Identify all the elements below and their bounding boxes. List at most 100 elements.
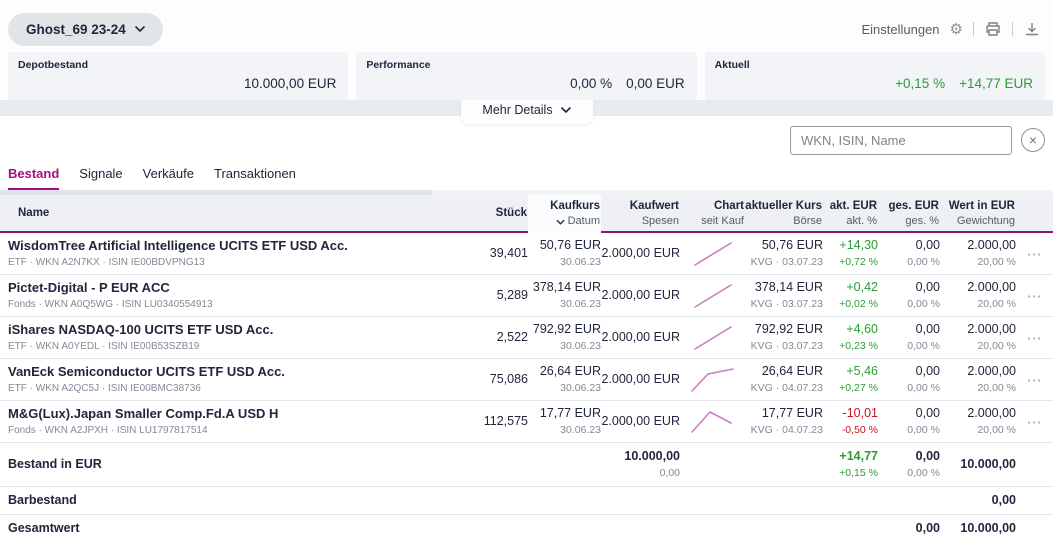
- divider: [973, 22, 974, 36]
- kaufwert-cell: 2.000,00 EUR: [601, 245, 680, 263]
- gear-icon[interactable]: ⚙: [950, 22, 963, 37]
- search-input[interactable]: [790, 126, 1012, 155]
- aktueller-kurs-cell: 26,64 EURKVG · 04.07.23: [745, 363, 823, 395]
- ges-eur-cell: 0,000,00 %: [878, 321, 940, 353]
- stueck-cell: 2,522: [453, 329, 528, 347]
- table-row: M&G(Lux).Japan Smaller Comp.Fd.A USD HFo…: [0, 401, 1053, 443]
- col-chart[interactable]: Chartseit Kauf: [680, 199, 745, 229]
- kaufwert-cell: 2.000,00 EUR: [601, 371, 680, 389]
- ges-eur-cell: 0,000,00 %: [878, 363, 940, 395]
- performance-eur: 0,00 EUR: [626, 76, 685, 91]
- aktueller-kurs-cell: 50,76 EURKVG · 03.07.23: [745, 237, 823, 269]
- summary-label: Bestand in EUR: [0, 456, 453, 474]
- col-wert[interactable]: Wert in EURGewichtung: [940, 199, 1016, 229]
- table-row: WisdomTree Artificial Intelligence UCITS…: [0, 233, 1053, 275]
- portfolio-selector[interactable]: Ghost_69 23-24: [8, 13, 163, 46]
- summary-row-bestand: Bestand in EUR 10.000,000,00 +14,77+0,15…: [0, 443, 1053, 487]
- table-header: Name Stück Kaufkurs Datum KaufwertSpesen…: [0, 195, 1053, 233]
- tab-transaktionen[interactable]: Transaktionen: [214, 166, 296, 190]
- col-name[interactable]: Name: [0, 206, 453, 222]
- instrument-name[interactable]: WisdomTree Artificial Intelligence UCITS…: [8, 237, 453, 255]
- kaufwert-cell: 2.000,00 EUR: [601, 329, 680, 347]
- depot-header: Ghost_69 23-24 Einstellungen ⚙ Depotbest…: [0, 0, 1053, 100]
- summary-row-barbestand: Barbestand 0,00: [0, 487, 1053, 515]
- row-menu-button[interactable]: ⋯: [1016, 245, 1053, 263]
- print-icon[interactable]: [984, 21, 1002, 37]
- settings-label[interactable]: Einstellungen: [861, 22, 939, 37]
- chevron-down-icon: [561, 107, 571, 113]
- col-stueck[interactable]: Stück: [453, 206, 528, 222]
- summary-wert: 10.000,00: [940, 520, 1016, 535]
- card-label: Performance: [366, 59, 430, 71]
- ges-eur-cell: 0,000,00 %: [878, 405, 940, 437]
- card-performance: Performance 0,00 % 0,00 EUR: [356, 52, 696, 100]
- aktuell-percent: +0,15 %: [895, 76, 945, 91]
- col-kaufwert[interactable]: KaufwertSpesen: [601, 199, 680, 229]
- close-icon[interactable]: ×: [1021, 128, 1045, 152]
- header-divider-strip: Mehr Details: [0, 100, 1053, 116]
- table-row: Pictet-Digital - P EUR ACCFonds · WKN A0…: [0, 275, 1053, 317]
- row-menu-button[interactable]: ⋯: [1016, 287, 1053, 305]
- col-kaufkurs[interactable]: Kaufkurs Datum: [528, 195, 601, 233]
- download-icon[interactable]: [1023, 21, 1041, 37]
- stueck-cell: 5,289: [453, 287, 528, 305]
- summary-label: Barbestand: [0, 492, 453, 510]
- chevron-down-icon: [135, 26, 145, 32]
- more-details-label: Mehr Details: [482, 103, 552, 117]
- sparkline-chart[interactable]: [680, 240, 745, 268]
- wert-cell: 2.000,0020,00 %: [940, 237, 1016, 269]
- instrument-name[interactable]: Pictet-Digital - P EUR ACC: [8, 279, 453, 297]
- instrument-details: Fonds · WKN A0Q5WG · ISIN LU0340554913: [8, 298, 453, 312]
- row-menu-button[interactable]: ⋯: [1016, 371, 1053, 389]
- ges-eur-cell: 0,000,00 %: [878, 279, 940, 311]
- akt-eur-cell: +5,46+0,27 %: [823, 363, 878, 395]
- summary-ges-eur: 0,000,00 %: [878, 448, 940, 480]
- summary-label: Gesamtwert: [0, 520, 453, 535]
- aktueller-kurs-cell: 378,14 EURKVG · 03.07.23: [745, 279, 823, 311]
- row-menu-button[interactable]: ⋯: [1016, 413, 1053, 431]
- summary-wert: 10.000,00: [940, 456, 1016, 474]
- instrument-details: ETF · WKN A2N7KX · ISIN IE00BDVPNG13: [8, 256, 453, 270]
- aktuell-eur: +14,77 EUR: [959, 76, 1033, 91]
- more-details-button[interactable]: Mehr Details: [460, 100, 592, 124]
- depot-tabs: Bestand Signale Verkäufe Transaktionen: [0, 158, 1053, 190]
- portfolio-name: Ghost_69 23-24: [26, 22, 126, 37]
- stueck-cell: 112,575: [453, 413, 528, 431]
- row-menu-button[interactable]: ⋯: [1016, 329, 1053, 347]
- summary-wert: 0,00: [940, 492, 1016, 510]
- kaufkurs-cell: 792,92 EUR30.06.23: [528, 321, 601, 353]
- instrument-name[interactable]: iShares NASDAQ-100 UCITS ETF USD Acc.: [8, 321, 453, 339]
- kaufkurs-cell: 378,14 EUR30.06.23: [528, 279, 601, 311]
- tab-signale[interactable]: Signale: [79, 166, 122, 190]
- sparkline-chart[interactable]: [680, 408, 745, 436]
- instrument-name[interactable]: VanEck Semiconductor UCITS ETF USD Acc.: [8, 363, 453, 381]
- card-label: Aktuell: [715, 59, 750, 71]
- sparkline-chart[interactable]: [680, 324, 745, 352]
- col-aktueller-kurs[interactable]: aktueller KursBörse: [745, 199, 823, 229]
- wert-cell: 2.000,0020,00 %: [940, 279, 1016, 311]
- tab-bestand[interactable]: Bestand: [8, 166, 59, 190]
- depotbestand-value: 10.000,00 EUR: [244, 76, 336, 91]
- col-akt-eur[interactable]: akt. EURakt. %: [823, 199, 878, 229]
- table-row: iShares NASDAQ-100 UCITS ETF USD Acc.ETF…: [0, 317, 1053, 359]
- stueck-cell: 75,086: [453, 371, 528, 389]
- col-ges-eur[interactable]: ges. EURges. %: [878, 199, 940, 229]
- instrument-details: ETF · WKN A2QC5J · ISIN IE00BMC38736: [8, 382, 453, 396]
- stueck-cell: 39,401: [453, 245, 528, 263]
- akt-eur-cell: +14,30+0,72 %: [823, 237, 878, 269]
- sparkline-chart[interactable]: [680, 366, 745, 394]
- akt-eur-cell: +0,42+0,02 %: [823, 279, 878, 311]
- aktueller-kurs-cell: 17,77 EURKVG · 04.07.23: [745, 405, 823, 437]
- kaufwert-cell: 2.000,00 EUR: [601, 413, 680, 431]
- kaufwert-cell: 2.000,00 EUR: [601, 287, 680, 305]
- sort-desc-icon: [556, 219, 565, 225]
- kaufkurs-cell: 17,77 EUR30.06.23: [528, 405, 601, 437]
- divider: [1012, 22, 1013, 36]
- card-aktuell: Aktuell +0,15 % +14,77 EUR: [705, 52, 1045, 100]
- instrument-details: Fonds · WKN A2JPXH · ISIN LU1797817514: [8, 424, 453, 438]
- tab-verkaeufe[interactable]: Verkäufe: [143, 166, 194, 190]
- instrument-name[interactable]: M&G(Lux).Japan Smaller Comp.Fd.A USD H: [8, 405, 453, 423]
- ges-eur-cell: 0,000,00 %: [878, 237, 940, 269]
- sparkline-chart[interactable]: [680, 282, 745, 310]
- summary-ges-eur: 0,00: [878, 520, 940, 535]
